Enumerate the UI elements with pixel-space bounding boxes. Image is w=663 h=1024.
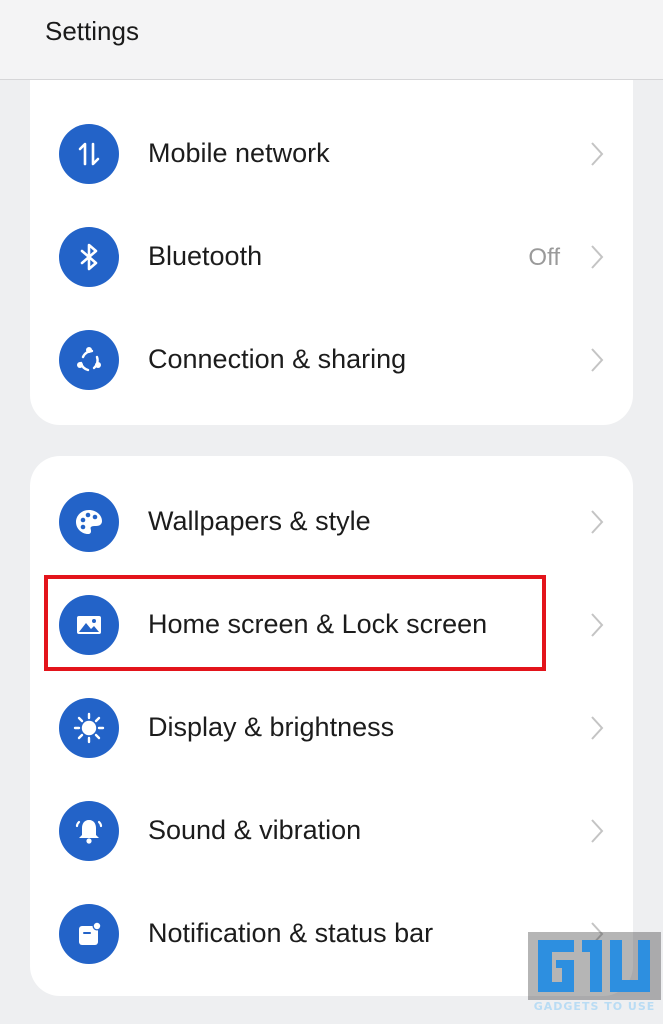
chevron-right-icon xyxy=(591,613,604,637)
settings-item-wallpapers-style[interactable]: Wallpapers & style xyxy=(30,470,633,573)
settings-item-label: Sound & vibration xyxy=(148,815,362,845)
chevron-right-icon xyxy=(591,510,604,534)
settings-item-label: Wallpapers & style xyxy=(148,506,371,536)
watermark-caption: GADGETS TO USE xyxy=(533,1000,656,1013)
chevron-right-icon xyxy=(591,819,604,843)
chevron-right-icon xyxy=(591,142,604,166)
share-nodes-icon xyxy=(59,330,119,390)
watermark-glyph xyxy=(528,932,661,1000)
notification-icon xyxy=(59,904,119,964)
settings-item-label: Bluetooth xyxy=(148,241,263,271)
chevron-right-icon xyxy=(591,245,604,269)
bluetooth-icon xyxy=(59,227,119,287)
bluetooth-status: Off xyxy=(528,244,560,271)
settings-item-label: Connection & sharing xyxy=(148,344,407,374)
settings-header: Settings xyxy=(0,0,663,80)
settings-item-connection-sharing[interactable]: Connection & sharing xyxy=(30,308,633,411)
highlight-box xyxy=(44,575,546,671)
mobile-data-arrows-icon xyxy=(59,124,119,184)
settings-item-mobile-network[interactable]: Mobile network xyxy=(30,102,633,205)
settings-group-connectivity: Mobile network Bluetooth Off Connection … xyxy=(30,80,633,425)
settings-item-label: Mobile network xyxy=(148,138,330,168)
settings-item-label: Display & brightness xyxy=(148,712,395,742)
settings-item-display-brightness[interactable]: Display & brightness xyxy=(30,676,633,779)
settings-item-sound-vibration[interactable]: Sound & vibration xyxy=(30,779,633,882)
chevron-right-icon xyxy=(591,348,604,372)
sun-icon xyxy=(59,698,119,758)
page-title: Settings xyxy=(45,16,139,46)
watermark-logo: GADGETS TO USE xyxy=(528,932,661,1020)
palette-icon xyxy=(59,492,119,552)
bell-icon xyxy=(59,801,119,861)
chevron-right-icon xyxy=(591,716,604,740)
settings-item-bluetooth[interactable]: Bluetooth Off xyxy=(30,205,633,308)
settings-group-personalization: Wallpapers & style Home screen & Lock sc… xyxy=(30,456,633,996)
settings-item-label: Notification & status bar xyxy=(148,918,434,948)
